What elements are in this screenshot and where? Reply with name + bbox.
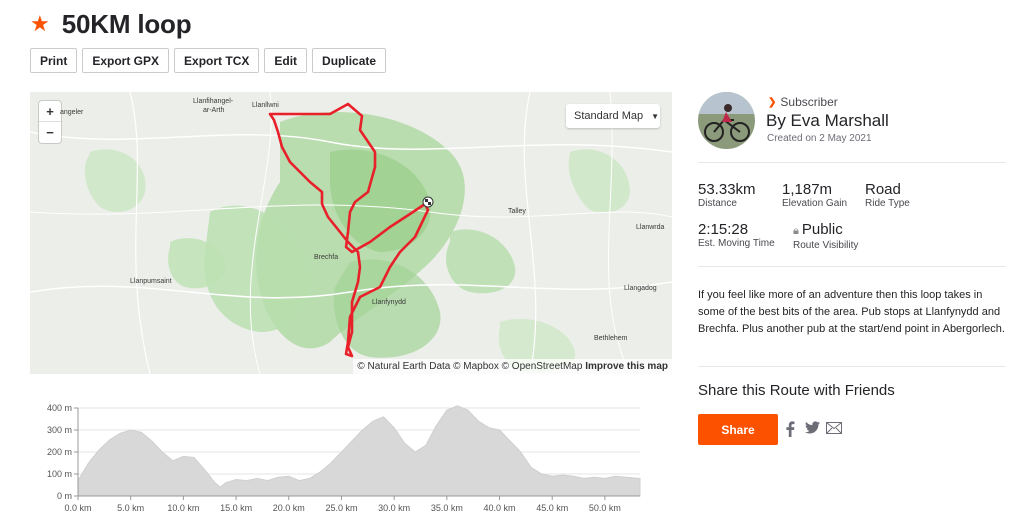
- x-tick-label: 5.0 km: [117, 503, 144, 513]
- map-terrain: [30, 92, 672, 374]
- page-title: 50KM loop: [61, 8, 192, 39]
- y-tick-label: 300 m: [47, 425, 72, 435]
- stat-visibility: 🔒︎ Public Route Visibility: [793, 221, 858, 252]
- x-tick-label: 45.0 km: [536, 503, 568, 513]
- subscriber-icon: ❯: [768, 96, 777, 108]
- place-label: angeler: [60, 109, 84, 116]
- x-tick-label: 0.0 km: [64, 503, 91, 513]
- map-attribution: © Natural Earth Data © Mapbox © OpenStre…: [353, 359, 672, 374]
- map-style-dropdown[interactable]: Standard Map ▼: [566, 104, 660, 128]
- stat-value: Public: [801, 221, 843, 238]
- duplicate-button[interactable]: Duplicate: [312, 48, 387, 73]
- twitter-icon[interactable]: [805, 421, 820, 437]
- x-tick-label: 35.0 km: [431, 503, 463, 513]
- divider: [698, 366, 1006, 367]
- route-header: ★ 50KM loop: [30, 6, 192, 42]
- place-label: Talley: [508, 208, 526, 215]
- stat-label: Elevation Gain: [782, 198, 848, 209]
- star-icon[interactable]: ★: [30, 13, 50, 35]
- place-label: Llanwrda: [636, 224, 665, 231]
- x-tick-label: 40.0 km: [484, 503, 516, 513]
- share-heading: Share this Route with Friends: [698, 382, 895, 399]
- x-tick-label: 25.0 km: [325, 503, 357, 513]
- export-gpx-button[interactable]: Export GPX: [82, 48, 170, 73]
- place-label: Llanfihangel-: [193, 98, 234, 105]
- email-icon[interactable]: [826, 421, 842, 437]
- facebook-icon[interactable]: [785, 421, 795, 440]
- route-description: If you feel like more of an adventure th…: [698, 289, 1005, 335]
- share-button[interactable]: Share: [698, 414, 778, 445]
- place-label: Llanpumsaint: [130, 278, 172, 285]
- map-style-label: Standard Map: [574, 110, 644, 122]
- stat-value: 2:15:28: [698, 221, 749, 238]
- elevation-chart[interactable]: 400 m 300 m 200 m 100 m 0 m 0.0 km 5.0 km 10.0 …: [30, 392, 642, 517]
- y-tick-label: 200 m: [47, 447, 72, 457]
- place-label: Llanfynydd: [372, 299, 406, 306]
- y-tick-label: 0 m: [57, 491, 72, 501]
- stat-ride-type: Road Ride Type: [865, 181, 910, 210]
- y-tick-label: 400 m: [47, 403, 72, 413]
- place-label: Llangadog: [624, 285, 657, 292]
- stat-label: Est. Moving Time: [698, 238, 775, 249]
- zoom-controls: + −: [39, 101, 61, 143]
- x-tick-label: 20.0 km: [273, 503, 305, 513]
- place-label: Bethlehem: [594, 335, 628, 342]
- author-name[interactable]: By Eva Marshall: [766, 111, 889, 131]
- subscriber-label: Subscriber: [780, 95, 838, 109]
- y-tick-label: 100 m: [47, 469, 72, 479]
- zoom-out-button[interactable]: −: [39, 122, 61, 143]
- stat-value: 1,187m: [782, 181, 833, 198]
- stat-label: Route Visibility: [793, 240, 859, 251]
- x-tick-label: 15.0 km: [220, 503, 252, 513]
- place-label: ar-Arth: [203, 107, 225, 114]
- stat-distance: 53.33km Distance: [698, 181, 756, 210]
- route-map[interactable]: + − Standard Map ▼ angeler Llanfihangel-…: [30, 92, 672, 374]
- stat-value: Road: [865, 181, 901, 198]
- export-tcx-button[interactable]: Export TCX: [174, 48, 260, 73]
- stat-label: Distance: [698, 198, 737, 209]
- created-date: Created on 2 May 2021: [767, 133, 872, 144]
- zoom-in-button[interactable]: +: [39, 101, 61, 122]
- attribution-text: © Natural Earth Data © Mapbox © OpenStre…: [357, 361, 583, 372]
- avatar[interactable]: [698, 92, 755, 149]
- divider: [698, 266, 1006, 267]
- action-toolbar: Print Export GPX Export TCX Edit Duplica…: [30, 48, 387, 73]
- print-button[interactable]: Print: [30, 48, 78, 73]
- divider: [698, 162, 1006, 163]
- stat-value: 53.33km: [698, 181, 756, 198]
- place-label: Llanllwni: [252, 102, 279, 109]
- stat-label: Ride Type: [865, 198, 910, 209]
- x-tick-label: 10.0 km: [167, 503, 199, 513]
- improve-map-link[interactable]: Improve this map: [585, 361, 668, 372]
- edit-button[interactable]: Edit: [264, 48, 308, 73]
- stat-elevation-gain: 1,187m Elevation Gain: [782, 181, 847, 210]
- lock-icon: 🔒︎: [793, 225, 799, 237]
- x-tick-label: 50.0 km: [589, 503, 621, 513]
- elevation-area: [77, 405, 641, 497]
- stat-moving-time: 2:15:28 Est. Moving Time: [698, 221, 775, 250]
- caret-down-icon: ▼: [651, 111, 660, 121]
- place-label: Brechfa: [314, 254, 339, 261]
- subscriber-badge: ❯ Subscriber: [768, 95, 838, 109]
- x-tick-label: 30.0 km: [378, 503, 410, 513]
